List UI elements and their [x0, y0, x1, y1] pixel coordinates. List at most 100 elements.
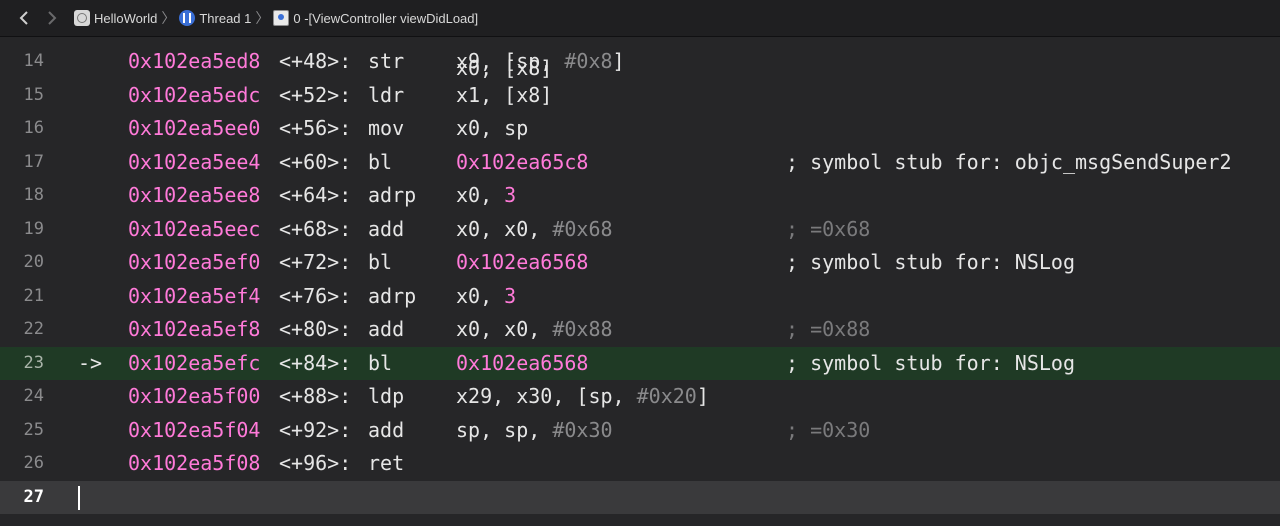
instruction-mnemonic: ret	[368, 451, 405, 475]
breadcrumb-frame-label: 0 -[ViewController viewDidLoad]	[293, 10, 479, 26]
instruction-offset: <+68>:	[279, 216, 352, 241]
instruction-operands: 0x102ea6568	[456, 246, 588, 280]
code-line[interactable]: 26 0x102ea5f08 <+96>: ret	[0, 447, 1280, 481]
instruction-comment: ; =0x68	[786, 216, 871, 241]
instruction-mnemonic: bl	[368, 250, 393, 274]
operand-token: ]	[696, 384, 709, 408]
operand-token: x0, sp	[456, 116, 529, 140]
line-number: 20	[23, 252, 44, 272]
instruction-comment: ; symbol stub for: NSLog	[786, 250, 1075, 274]
code-line[interactable]: 16 0x102ea5ee0 <+56>: mov x0, sp	[0, 112, 1280, 146]
operand-token: #0x8	[564, 49, 613, 73]
instruction-address: 0x102ea5f08	[128, 451, 261, 475]
breadcrumb-project-label: HelloWorld	[94, 10, 158, 26]
line-number: 24	[23, 386, 44, 406]
code-line[interactable]: 22 0x102ea5ef8 <+80>: add x0, x0, #0x88 ; =0x…	[0, 313, 1280, 347]
instruction-offset: <+84>:	[279, 350, 352, 375]
code-line[interactable]: 27	[0, 480, 1280, 514]
instruction-offset: <+48>:	[279, 49, 352, 73]
instruction-address: 0x102ea5ef0	[128, 250, 261, 274]
code-line[interactable]: 15 0x102ea5edc <+52>: ldr x1, [x8]	[0, 79, 1280, 113]
instruction-operands: x1, [x8]	[456, 79, 552, 113]
code-line[interactable]: 20 0x102ea5ef0 <+72>: bl 0x102ea6568 ; symbol…	[0, 246, 1280, 280]
instruction-operands: x29, x30, [sp, #0x20]	[456, 380, 709, 414]
code-line[interactable]: 25 0x102ea5f04 <+92>: add sp, sp, #0x30 ; =0x…	[0, 414, 1280, 448]
line-number: 14	[23, 51, 44, 71]
instruction-address: 0x102ea5efc	[128, 350, 261, 375]
instruction-address: 0x102ea5f04	[128, 417, 261, 442]
instruction-address: 0x102ea5ed8	[128, 49, 261, 73]
instruction-mnemonic: adrp	[368, 283, 417, 308]
text-cursor	[78, 485, 80, 510]
back-chevron-icon[interactable]	[12, 6, 36, 30]
line-number: 17	[23, 151, 44, 172]
stack-frame-icon	[273, 10, 290, 26]
instruction-address: 0x102ea5ef4	[128, 283, 261, 308]
instruction-address: 0x102ea5ee0	[128, 116, 261, 140]
breadcrumb-project[interactable]: HelloWorld	[74, 10, 157, 26]
instruction-offset: <+64>:	[279, 183, 352, 207]
operand-token: x0,	[456, 183, 505, 207]
instruction-offset: <+92>:	[279, 417, 352, 442]
instruction-mnemonic: add	[368, 216, 405, 241]
instruction-offset: <+96>:	[279, 451, 352, 475]
operand-token: x9, [sp,	[456, 49, 565, 73]
instruction-operands: x0, x0, #0x68	[456, 213, 613, 247]
instruction-operands: x9, [sp, #0x8]	[456, 45, 625, 79]
instruction-mnemonic: ldp	[368, 384, 405, 408]
operand-token: #0x88	[552, 317, 613, 341]
operand-token: #0x30	[552, 417, 613, 442]
breadcrumb-frame[interactable]: 0 -[ViewController viewDidLoad]	[273, 10, 478, 26]
instruction-mnemonic: bl	[368, 350, 393, 375]
instruction-operands: 0x102ea65c8	[456, 146, 588, 180]
instruction-operands: sp, sp, #0x30	[456, 414, 613, 448]
operand-token: 0x102ea6568	[456, 350, 589, 375]
instruction-operands: x0, sp	[456, 112, 528, 146]
instruction-offset: <+56>:	[279, 116, 352, 140]
line-number: 25	[23, 419, 44, 440]
program-counter-arrow-icon: ->	[78, 350, 103, 375]
instruction-operands: x0, x0, #0x88	[456, 313, 613, 347]
instruction-comment: ; symbol stub for: objc_msgSendSuper2	[786, 149, 1232, 174]
code-line[interactable]: 19 0x102ea5eec <+68>: add x0, x0, #0x68 ; =0x…	[0, 213, 1280, 247]
instruction-operands: 0x102ea6568	[456, 347, 588, 381]
breadcrumb-separator-icon: 〉	[161, 10, 176, 26]
instruction-address: 0x102ea5edc	[128, 82, 261, 107]
instruction-offset: <+88>:	[279, 384, 352, 408]
line-number: 18	[23, 185, 44, 205]
operand-token: 3	[504, 283, 517, 308]
line-number: 16	[23, 118, 44, 138]
instruction-mnemonic: add	[368, 417, 405, 442]
instruction-offset: <+72>:	[279, 250, 352, 274]
operand-token: #0x20	[636, 384, 697, 408]
instruction-comment: ; =0x88	[786, 317, 871, 341]
forward-chevron-icon[interactable]	[40, 6, 64, 30]
operand-token: ]	[612, 49, 625, 73]
code-line[interactable]: 21 0x102ea5ef4 <+76>: adrp x0, 3	[0, 280, 1280, 314]
instruction-comment: ; symbol stub for: NSLog	[786, 350, 1075, 375]
code-line[interactable]: 17 0x102ea5ee4 <+60>: bl 0x102ea65c8 ; symbol…	[0, 146, 1280, 180]
jump-bar: HelloWorld 〉 Thread 1 〉 0 -[ViewControll…	[0, 0, 1280, 37]
operand-token: 0x102ea6568	[456, 250, 589, 274]
breadcrumb-thread[interactable]: Thread 1	[179, 10, 251, 26]
instruction-offset: <+60>:	[279, 149, 352, 174]
operand-token: 0x102ea65c8	[456, 149, 589, 174]
line-number: 27	[23, 486, 44, 507]
breadcrumb-separator-icon: 〉	[255, 10, 270, 26]
operand-token: 3	[504, 183, 517, 207]
instruction-mnemonic: str	[368, 49, 405, 73]
breadcrumb-thread-label: Thread 1	[199, 10, 252, 26]
current-instruction-line[interactable]: 23 -> 0x102ea5efc <+84>: bl 0x102ea6568 ; symb…	[0, 346, 1280, 381]
code-line[interactable]: 14 0x102ea5ed8 <+48>: str x9, [sp, #0x8]	[0, 45, 1280, 79]
operand-token: x1, [x8]	[456, 82, 553, 107]
instruction-offset: <+52>:	[279, 82, 352, 107]
instruction-address: 0x102ea5eec	[128, 216, 261, 241]
code-line[interactable]: 18 0x102ea5ee8 <+64>: adrp x0, 3	[0, 179, 1280, 213]
instruction-offset: <+76>:	[279, 283, 352, 308]
line-number: 15	[23, 84, 44, 105]
operand-token: x0, x0,	[456, 317, 553, 341]
operand-token: sp, sp,	[456, 417, 553, 442]
line-number: 21	[23, 285, 44, 306]
instruction-address: 0x102ea5f00	[128, 384, 261, 408]
code-line[interactable]: 24 0x102ea5f00 <+88>: ldp x29, x30, [sp, #0x…	[0, 380, 1280, 414]
